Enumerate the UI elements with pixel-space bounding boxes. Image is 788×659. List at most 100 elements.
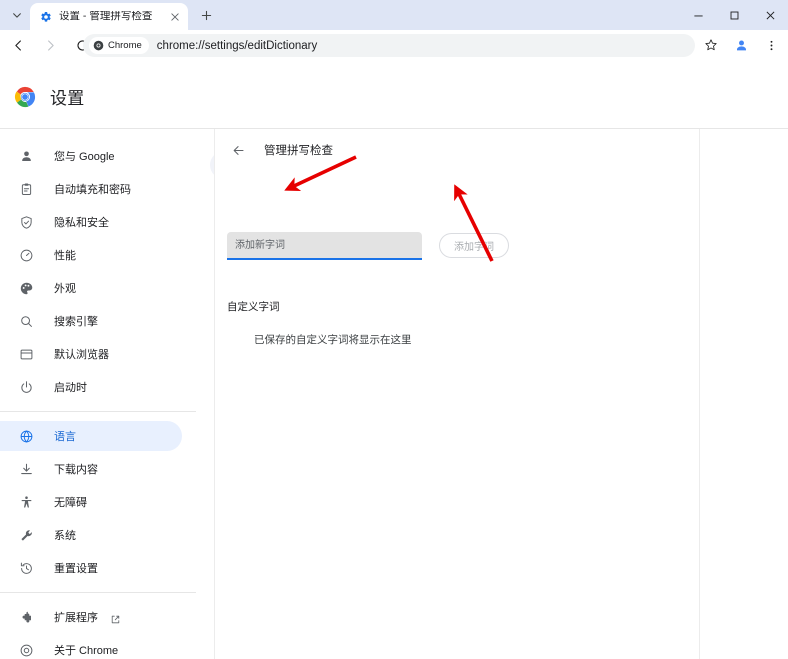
subpage-header: 管理拼写检查 (215, 129, 699, 171)
sidebar-item-label: 关于 Chrome (54, 645, 119, 657)
chrome-logo-icon (18, 642, 35, 659)
search-icon (18, 313, 35, 330)
profile-avatar-icon (736, 39, 746, 50)
window-controls (680, 0, 788, 30)
sidebar-divider (0, 411, 196, 412)
tab-search-chevron-down-icon[interactable] (6, 5, 28, 25)
sidebar-item-autofill-passwords[interactable]: 自动填充和密码 (0, 174, 182, 204)
input-focus-underline (227, 258, 422, 260)
sidebar-item-label: 搜索引擎 (54, 316, 98, 328)
sidebar-item-accessibility[interactable]: 无障碍 (0, 487, 182, 517)
address-bar[interactable]: Chrome chrome://settings/editDictionary (83, 34, 695, 57)
add-word-input[interactable] (227, 232, 422, 258)
settings-title: 设置 (50, 89, 85, 108)
sidebar-item-label: 语言 (54, 431, 76, 443)
custom-words-empty-message: 已保存的自定义字词将显示在这里 (254, 334, 412, 346)
power-icon (18, 379, 35, 396)
sidebar-item-label: 重置设置 (54, 563, 98, 575)
custom-words-section-label: 自定义字词 (227, 301, 280, 313)
sidebar-item-label: 下载内容 (54, 464, 98, 476)
clipboard-icon (18, 181, 35, 198)
chrome-logo-icon (14, 86, 36, 107)
chrome-logo-icon (93, 40, 104, 51)
minimize-icon (693, 15, 703, 16)
sidebar-item-appearance[interactable]: 外观 (0, 273, 182, 303)
download-icon (18, 461, 35, 478)
sidebar-item-label: 启动时 (54, 382, 87, 394)
speedometer-icon (18, 247, 35, 264)
sidebar-item-downloads[interactable]: 下载内容 (0, 454, 182, 484)
new-tab-button[interactable] (196, 5, 217, 26)
forward-button[interactable] (36, 31, 64, 59)
browser-tab[interactable]: 设置 - 管理拼写检查 (30, 3, 188, 30)
profile-avatar-button[interactable] (727, 31, 755, 59)
sidebar-item-label: 默认浏览器 (54, 349, 109, 361)
three-dot-menu-icon (770, 40, 772, 50)
subpage-back-button[interactable] (229, 141, 247, 159)
sidebar-item-on-startup[interactable]: 启动时 (0, 372, 182, 402)
shield-icon (18, 214, 35, 231)
origin-chip[interactable]: Chrome (89, 37, 149, 54)
accessibility-icon (18, 494, 35, 511)
chevron-down-icon (13, 13, 21, 18)
wrench-icon (18, 527, 35, 544)
palette-icon (18, 280, 35, 297)
tab-title: 设置 - 管理拼写检查 (59, 11, 153, 22)
maximize-icon (730, 11, 738, 19)
url-text: chrome://settings/editDictionary (156, 39, 318, 52)
sidebar-item-performance[interactable]: 性能 (0, 240, 182, 270)
sidebar-item-search-engine[interactable]: 搜索引擎 (0, 306, 182, 336)
settings-header: 设置 在设置中搜索 (0, 60, 788, 179)
browser-window-icon (18, 346, 35, 363)
bookmark-star-button[interactable] (697, 31, 725, 59)
sidebar-item-reset-settings[interactable]: 重置设置 (0, 553, 182, 583)
back-button[interactable] (4, 31, 32, 59)
sidebar-item-label: 自动填充和密码 (54, 184, 131, 196)
sidebar-item-system[interactable]: 系统 (0, 520, 182, 550)
sidebar-item-label: 您与 Google (54, 151, 115, 163)
settings-sidebar: 您与 Google 自动填充和密码 隐私和安全 性能 外观 搜索引擎 默认浏览器… (0, 129, 196, 659)
star-icon (705, 39, 717, 51)
page-title: 管理拼写检查 (264, 145, 333, 157)
person-icon (18, 148, 35, 165)
sidebar-item-label: 系统 (54, 530, 76, 542)
tab-close-icon[interactable] (167, 9, 182, 24)
external-link-icon (110, 612, 121, 623)
sidebar-item-label: 无障碍 (54, 497, 87, 509)
sidebar-item-you-and-google[interactable]: 您与 Google (0, 141, 182, 171)
back-arrow-icon (14, 39, 21, 51)
settings-page: 设置 在设置中搜索 您与 Google (0, 60, 788, 659)
plus-icon (201, 10, 212, 21)
sidebar-item-label: 扩展程序 (54, 612, 98, 624)
add-word-button[interactable]: 添加字词 (439, 233, 509, 258)
origin-chip-label: Chrome (108, 40, 142, 51)
sidebar-item-label: 外观 (54, 283, 76, 295)
gear-icon (40, 11, 51, 22)
sidebar-item-about-chrome[interactable]: 关于 Chrome (0, 635, 182, 659)
close-window-button[interactable] (752, 0, 788, 30)
sidebar-item-extensions[interactable]: 扩展程序 (0, 602, 182, 632)
browser-toolbar: Chrome chrome://settings/editDictionary (0, 30, 788, 60)
close-icon (170, 12, 179, 21)
close-icon (766, 11, 774, 19)
tab-strip: 设置 - 管理拼写检查 (0, 0, 788, 30)
settings-content-card: 管理拼写检查 添加字词 自定义字词 已保存的自定义字词将显示在这里 (214, 129, 700, 659)
puzzle-icon (18, 609, 35, 626)
toolbar-actions (696, 31, 786, 59)
sidebar-item-default-browser[interactable]: 默认浏览器 (0, 339, 182, 369)
forward-arrow-icon (47, 39, 54, 51)
minimize-button[interactable] (680, 0, 716, 30)
add-word-input-wrapper (227, 232, 422, 260)
sidebar-divider (0, 592, 196, 593)
sidebar-item-languages[interactable]: 语言 (0, 421, 182, 451)
settings-gear-icon (39, 10, 52, 23)
history-restore-icon (18, 560, 35, 577)
sidebar-item-privacy-security[interactable]: 隐私和安全 (0, 207, 182, 237)
browser-menu-button[interactable] (757, 31, 785, 59)
sidebar-item-label: 隐私和安全 (54, 217, 109, 229)
settings-brand[interactable]: 设置 (14, 84, 85, 109)
globe-icon (18, 428, 35, 445)
sidebar-item-label: 性能 (54, 250, 76, 262)
add-word-row: 添加字词 (215, 232, 701, 260)
maximize-button[interactable] (716, 0, 752, 30)
